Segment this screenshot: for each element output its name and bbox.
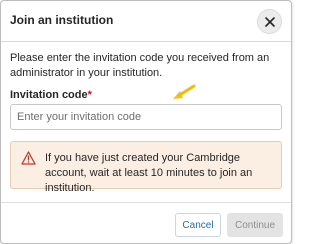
invitation-code-label-text: Invitation code — [10, 89, 88, 101]
warning-text: If you have just created your Cambridge … — [45, 152, 253, 194]
required-marker: * — [87, 89, 92, 101]
cancel-button[interactable]: Cancel — [175, 213, 221, 237]
warning-triangle-icon — [21, 151, 36, 165]
dialog-header: Join an institution — [1, 1, 291, 42]
join-institution-dialog: Join an institution Please enter the inv… — [0, 0, 292, 244]
dialog-title: Join an institution — [10, 13, 114, 27]
close-icon — [264, 16, 275, 27]
close-button[interactable] — [257, 9, 282, 34]
arrow-pointer-icon — [173, 84, 196, 99]
continue-button[interactable]: Continue — [227, 213, 283, 237]
invitation-code-input[interactable] — [10, 104, 282, 130]
warning-notice: If you have just created your Cambridge … — [10, 141, 282, 194]
invitation-code-label: Invitation code* — [10, 89, 92, 101]
footer-divider — [1, 202, 291, 203]
dialog-instructions: Please enter the invitation code you rec… — [10, 52, 270, 79]
